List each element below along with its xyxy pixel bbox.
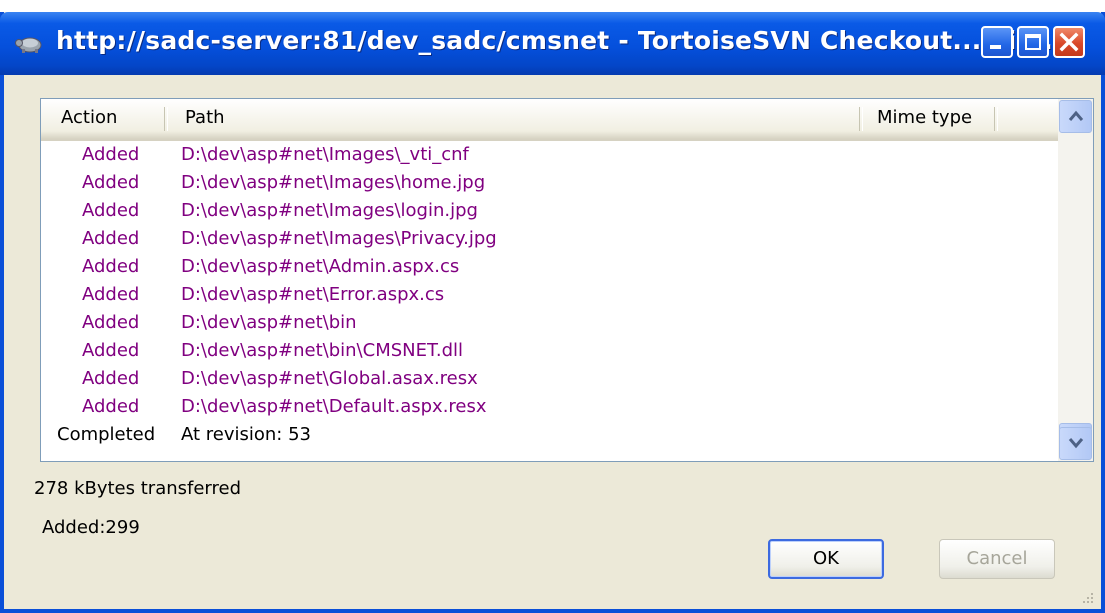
row-action: Added — [82, 396, 140, 417]
list-header: Action Path Mime type — [41, 99, 1058, 141]
table-row[interactable]: Added D:\dev\asp#net\Default.aspx.resx — [41, 393, 1058, 421]
row-path: D:\dev\asp#net\bin — [181, 312, 357, 333]
list-rows: Added D:\dev\asp#net\Images\_vti_cnf Add… — [41, 141, 1058, 449]
table-row[interactable]: Added D:\dev\asp#net\Error.aspx.cs — [41, 281, 1058, 309]
table-row[interactable]: Added D:\dev\asp#net\Images\Privacy.jpg — [41, 225, 1058, 253]
row-action: Added — [82, 340, 140, 361]
column-header-mime-type[interactable]: Mime type — [877, 99, 972, 137]
column-divider[interactable] — [994, 107, 998, 131]
close-button[interactable] — [1053, 26, 1085, 58]
row-path: D:\dev\asp#net\Images\login.jpg — [181, 200, 478, 221]
row-path: D:\dev\asp#net\Admin.aspx.cs — [181, 256, 460, 277]
summary-label: Added:299 — [42, 517, 140, 538]
minimize-button[interactable] — [981, 26, 1013, 58]
scroll-up-button[interactable] — [1059, 100, 1092, 133]
transferred-label: 278 kBytes transferred — [34, 478, 242, 499]
close-icon — [1059, 32, 1079, 52]
row-path: D:\dev\asp#net\Global.asax.resx — [181, 368, 478, 389]
maximize-icon — [1025, 34, 1041, 50]
row-action: Added — [82, 144, 140, 165]
minimize-icon — [990, 45, 1001, 49]
table-row[interactable]: Added D:\dev\asp#net\Admin.aspx.cs — [41, 253, 1058, 281]
row-action: Completed — [57, 424, 156, 445]
title-bar[interactable]: http://sadc-server:81/dev_sadc/cmsnet - … — [0, 12, 1105, 75]
row-action: Added — [82, 200, 140, 221]
table-row[interactable]: Added D:\dev\asp#net\Images\_vti_cnf — [41, 141, 1058, 169]
cancel-button: Cancel — [939, 539, 1055, 579]
row-action: Added — [82, 312, 140, 333]
ok-button[interactable]: OK — [768, 539, 884, 579]
row-path: D:\dev\asp#net\bin\CMSNET.dll — [181, 340, 463, 361]
row-action: Added — [82, 368, 140, 389]
table-row[interactable]: Added D:\dev\asp#net\Global.asax.resx — [41, 365, 1058, 393]
row-path: At revision: 53 — [181, 424, 311, 445]
row-path: D:\dev\asp#net\Images\Privacy.jpg — [181, 228, 497, 249]
column-divider[interactable] — [164, 107, 168, 131]
row-path: D:\dev\asp#net\Images\_vti_cnf — [181, 144, 469, 165]
scroll-down-button[interactable] — [1059, 427, 1092, 460]
row-action: Added — [82, 228, 140, 249]
column-header-action[interactable]: Action — [61, 99, 117, 137]
row-path: D:\dev\asp#net\Error.aspx.cs — [181, 284, 445, 305]
table-row[interactable]: Added D:\dev\asp#net\Images\home.jpg — [41, 169, 1058, 197]
row-path: D:\dev\asp#net\Default.aspx.resx — [181, 396, 487, 417]
table-row[interactable]: Added D:\dev\asp#net\bin\CMSNET.dll — [41, 337, 1058, 365]
table-row[interactable]: Added D:\dev\asp#net\Images\login.jpg — [41, 197, 1058, 225]
background-window-strip — [0, 0, 1105, 12]
table-row[interactable]: Completed At revision: 53 — [41, 421, 1058, 449]
table-row[interactable]: Added D:\dev\asp#net\bin — [41, 309, 1058, 337]
window-title: http://sadc-server:81/dev_sadc/cmsnet - … — [56, 26, 1073, 55]
checkout-dialog: http://sadc-server:81/dev_sadc/cmsnet - … — [0, 12, 1105, 613]
row-action: Added — [82, 256, 140, 277]
chevron-down-icon — [1068, 438, 1084, 449]
chevron-up-icon — [1068, 110, 1084, 121]
row-path: D:\dev\asp#net\Images\home.jpg — [181, 172, 486, 193]
tortoisesvn-icon — [15, 37, 42, 53]
row-action: Added — [82, 172, 140, 193]
maximize-button[interactable] — [1017, 26, 1049, 58]
column-header-path[interactable]: Path — [185, 99, 225, 137]
vertical-scrollbar[interactable] — [1058, 99, 1093, 461]
resize-grip-icon[interactable] — [1081, 591, 1095, 605]
action-list[interactable]: Action Path Mime type Added D:\dev\asp#n… — [40, 98, 1094, 462]
column-divider[interactable] — [859, 107, 863, 131]
row-action: Added — [82, 284, 140, 305]
